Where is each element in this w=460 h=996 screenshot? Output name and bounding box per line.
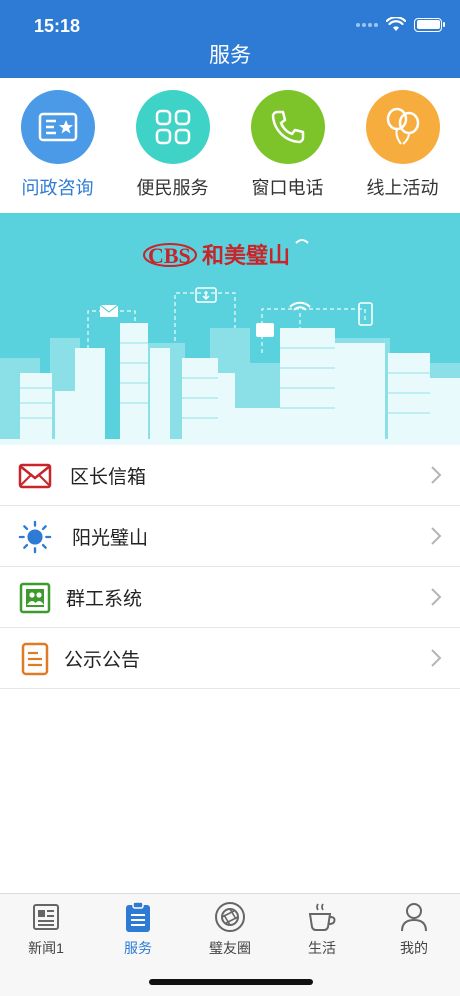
person-icon [397,900,431,934]
clipboard-icon [121,900,155,934]
quick-label-activity: 线上活动 [366,178,439,198]
quick-label-phone: 窗口电话 [251,178,324,198]
banner-image[interactable]: CBS 和美璧山 [0,213,460,445]
sun-icon [18,520,52,554]
newspaper-icon [29,900,63,934]
tab-mine[interactable]: 我的 [368,900,460,958]
quick-item-activity[interactable]: 线上活动 [345,90,460,200]
id-card-star-icon [20,90,95,164]
list-item-mailbox[interactable]: 区长信箱 [0,445,460,506]
quick-item-inquiry[interactable]: 问政咨询 [0,90,115,200]
list-item-mass-work[interactable]: 群工系统 [0,567,460,628]
list-label-notice: 公示公告 [64,649,141,671]
chevron-right-icon [431,588,442,606]
tab-label-news: 新闻1 [28,940,64,956]
quick-item-convenience[interactable]: 便民服务 [115,90,230,200]
service-list: 区长信箱 阳光璧山 群工系统 公示公告 [0,445,460,689]
tab-news[interactable]: 新闻1 [0,900,92,958]
list-label-mass-work: 群工系统 [66,588,143,610]
list-label-mailbox: 区长信箱 [70,466,147,488]
chevron-right-icon [431,527,442,545]
phone-icon [250,90,325,164]
quick-services: 问政咨询 便民服务 窗口电话 线上活动 [0,90,460,210]
chevron-right-icon [431,466,442,484]
chevron-right-icon [431,649,442,667]
list-item-notice[interactable]: 公示公告 [0,628,460,689]
quick-item-phone[interactable]: 窗口电话 [230,90,345,200]
signal-dots-icon [356,22,378,28]
camera-aperture-icon [213,900,247,934]
tab-services[interactable]: 服务 [92,900,184,958]
tab-label-circle: 璧友圈 [209,940,251,956]
tab-label-mine: 我的 [400,940,428,956]
banner-logo-cbs: CBS [148,243,191,268]
header-bar: 15:18 服务 [0,0,460,78]
banner-logo-title: 和美璧山 [202,243,290,269]
tab-label-life: 生活 [308,940,336,956]
grid-icon [135,90,210,164]
status-time: 15:18 [34,16,81,36]
tab-life[interactable]: 生活 [276,900,368,958]
list-label-sunshine: 阳光璧山 [72,527,149,549]
notice-icon [18,642,52,676]
envelope-icon [18,459,52,493]
tab-label-services: 服务 [124,940,152,956]
tab-circle[interactable]: 璧友圈 [184,900,276,958]
banner-logo: CBS 和美璧山 [143,239,309,269]
status-icons [356,17,445,32]
quick-label-convenience: 便民服务 [136,178,209,198]
list-item-sunshine[interactable]: 阳光璧山 [0,506,460,567]
quick-label-inquiry: 问政咨询 [21,178,94,198]
group-icon [18,581,52,615]
wifi-icon [386,17,406,31]
battery-icon [414,17,445,32]
page-title: 服务 [209,44,251,67]
balloons-icon [365,90,440,164]
coffee-cup-icon [305,900,339,934]
home-indicator[interactable] [149,979,313,985]
city-skyline-illustration: CBS 和美璧山 [0,239,460,445]
